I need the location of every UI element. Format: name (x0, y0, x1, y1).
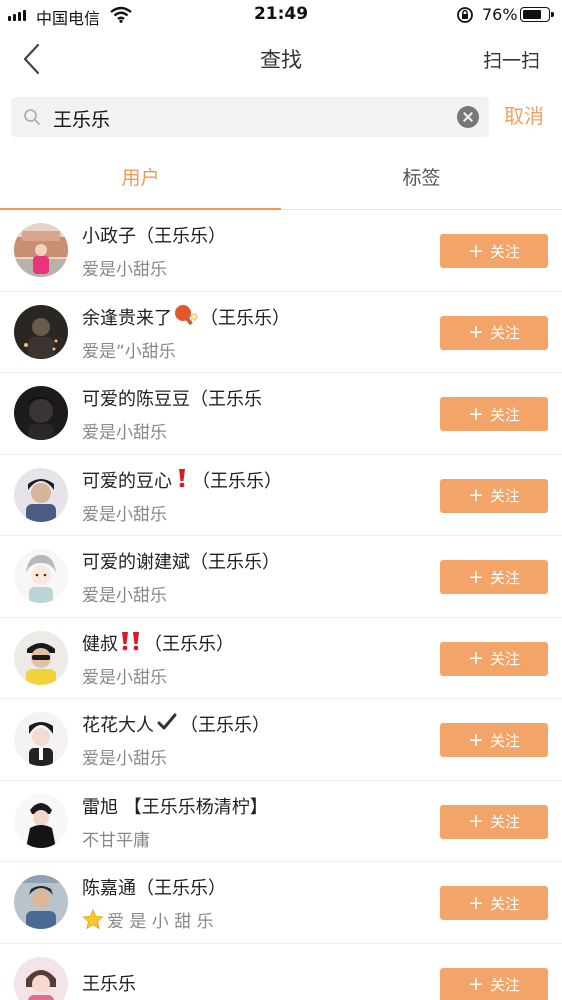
exclamation-icon (174, 467, 190, 493)
follow-button[interactable]: + 关注 (440, 804, 548, 839)
user-bio: 爱是小甜乐 (82, 260, 167, 280)
user-bio: 爱是小甜乐 (82, 749, 167, 769)
follow-label: 关注 (489, 650, 520, 668)
follow-label: 关注 (489, 405, 520, 424)
plus-icon: + (468, 402, 484, 425)
user-name: 雷旭 【王乐乐杨清柠】 (82, 796, 268, 818)
double-exclamation-icon (120, 630, 142, 656)
user-bio: 不甘平庸 (82, 830, 150, 851)
plus-icon: + (468, 647, 484, 669)
page-title: 查找 (260, 48, 302, 72)
user-name: 可爱的陈豆豆（王乐乐 (82, 389, 262, 410)
list-item[interactable]: 花花大人 （王乐乐） 爱是小甜乐 + 关注 (0, 699, 562, 781)
user-bio-text: 爱 是 小 甜 乐 (107, 912, 214, 932)
follow-button[interactable]: + 关注 (440, 560, 548, 594)
user-name: 王乐乐 (82, 973, 136, 995)
list-item[interactable]: 王乐乐 + 关注 (0, 944, 562, 1000)
user-name-suffix: （王乐乐） (192, 470, 282, 492)
avatar[interactable] (14, 386, 68, 440)
follow-label: 关注 (489, 731, 520, 750)
user-name: 花花大人 (82, 715, 154, 736)
user-bio: 爱是小甜乐 (82, 586, 167, 606)
chevron-left-icon[interactable] (18, 42, 48, 76)
list-item[interactable]: 健叔 （王乐乐） 爱是小甜乐 + 关注 (0, 618, 562, 699)
follow-button[interactable]: + 关注 (440, 234, 548, 268)
follow-button[interactable]: + 关注 (440, 315, 548, 350)
follow-button[interactable]: + 关注 (440, 397, 548, 431)
avatar[interactable] (14, 549, 68, 603)
list-item[interactable]: 可爱的豆心 （王乐乐） 爱是小甜乐 + 关注 (0, 455, 562, 536)
plus-icon: + (468, 973, 484, 995)
follow-label: 关注 (489, 568, 520, 587)
battery-percent: 76% (482, 5, 518, 24)
plus-icon: + (468, 484, 484, 506)
user-name: 健叔 (82, 633, 118, 655)
avatar[interactable] (14, 956, 68, 1000)
list-item[interactable]: 陈嘉通（王乐乐） 爱 是 小 甜 乐 + 关注 (0, 862, 562, 944)
tab-bar: 用户 标签 (0, 148, 562, 210)
check-mark-icon (156, 711, 178, 737)
user-list: 小政子（王乐乐） 爱是小甜乐 + 关注 余逢贵来了 （王乐乐） 爱是“小甜乐 +… (0, 210, 562, 1000)
user-bio: 爱 是 小 甜 乐 (82, 907, 214, 935)
avatar[interactable] (14, 712, 68, 766)
rotation-lock-icon (456, 6, 474, 28)
plus-icon: + (468, 321, 484, 343)
tab-users[interactable]: 用户 (0, 148, 281, 210)
follow-button[interactable]: + 关注 (440, 967, 548, 1000)
avatar[interactable] (14, 793, 68, 848)
user-name: 可爱的谢建斌（王乐乐） (82, 552, 280, 573)
nav-bar: 查找 扫一扫 (0, 30, 562, 88)
plus-icon: + (468, 565, 484, 588)
user-bio: 爱是“小甜乐 (82, 341, 176, 362)
follow-button[interactable]: + 关注 (440, 641, 548, 676)
search-value: 王乐乐 (53, 109, 111, 131)
list-item[interactable]: 雷旭 【王乐乐杨清柠】 不甘平庸 + 关注 (0, 781, 562, 862)
search-row: 王乐乐 取消 (0, 90, 562, 146)
user-name: 余逢贵来了 (82, 307, 172, 329)
user-name-suffix: （王乐乐） (180, 715, 270, 736)
follow-label: 关注 (489, 894, 520, 913)
follow-button[interactable]: + 关注 (440, 723, 548, 757)
list-item[interactable]: 小政子（王乐乐） 爱是小甜乐 + 关注 (0, 210, 562, 292)
follow-label: 关注 (489, 242, 520, 261)
avatar[interactable] (14, 630, 68, 685)
user-bio: 爱是小甜乐 (82, 667, 167, 688)
user-name: 可爱的豆心 (82, 470, 172, 492)
list-item[interactable]: 可爱的陈豆豆（王乐乐 爱是小甜乐 + 关注 (0, 373, 562, 455)
follow-label: 关注 (489, 324, 520, 342)
plus-icon: + (468, 239, 484, 262)
scan-button[interactable]: 扫一扫 (483, 46, 540, 73)
clock: 21:49 (253, 4, 309, 24)
list-item[interactable]: 可爱的谢建斌（王乐乐） 爱是小甜乐 + 关注 (0, 536, 562, 618)
avatar[interactable] (14, 223, 68, 277)
search-icon (23, 108, 41, 130)
plus-icon: + (468, 810, 484, 832)
cancel-button[interactable]: 取消 (504, 100, 544, 129)
user-name-suffix: （王乐乐） (200, 307, 290, 329)
follow-label: 关注 (489, 813, 520, 831)
clear-icon[interactable] (457, 106, 479, 128)
follow-label: 关注 (489, 976, 520, 994)
user-name: 陈嘉通（王乐乐） (82, 878, 226, 899)
avatar[interactable] (14, 304, 68, 359)
battery-icon (520, 7, 554, 22)
plus-icon: + (468, 728, 484, 751)
follow-button[interactable]: + 关注 (440, 478, 548, 513)
user-name-suffix: （王乐乐） (144, 633, 234, 655)
ping-pong-icon (174, 304, 198, 330)
follow-label: 关注 (489, 487, 520, 505)
user-bio: 爱是小甜乐 (82, 423, 167, 443)
status-bar: 中国电信 21:49 76% (0, 0, 562, 30)
tab-tags[interactable]: 标签 (281, 148, 562, 210)
follow-button[interactable]: + 关注 (440, 886, 548, 920)
plus-icon: + (468, 891, 484, 914)
user-bio: 爱是小甜乐 (82, 504, 167, 525)
avatar[interactable] (14, 875, 68, 929)
user-name: 小政子（王乐乐） (82, 226, 226, 247)
list-item[interactable]: 余逢贵来了 （王乐乐） 爱是“小甜乐 + 关注 (0, 292, 562, 373)
star-icon (82, 909, 104, 935)
search-input[interactable]: 王乐乐 (11, 97, 489, 137)
avatar[interactable] (14, 467, 68, 522)
